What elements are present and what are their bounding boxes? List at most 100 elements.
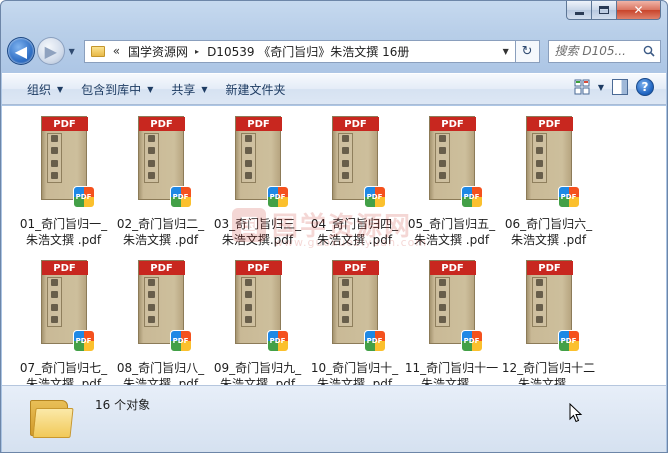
file-item[interactable]: PDF PDF 05_奇门旨归五_朱浩文撰 .pdf xyxy=(403,110,500,254)
pdf-thumbnail: PDF PDF xyxy=(39,116,95,208)
new-folder-button[interactable]: 新建文件夹 xyxy=(217,77,295,101)
hidden-crumbs-chevron[interactable]: « xyxy=(113,44,120,58)
minimize-button[interactable] xyxy=(566,1,592,20)
pdf-app-icon: PDF xyxy=(72,186,95,208)
book-title-glyphs xyxy=(438,135,448,179)
forward-button[interactable]: ▶ xyxy=(36,37,65,65)
pdf-band: PDF xyxy=(138,261,185,275)
book-title-glyphs xyxy=(535,135,545,179)
pdf-app-icon: PDF xyxy=(363,330,386,352)
pdf-band: PDF xyxy=(138,117,185,131)
file-item[interactable]: PDF PDF 11_奇门旨归十一_朱浩文撰 .... xyxy=(403,254,500,398)
pdf-band: PDF xyxy=(526,261,573,275)
pdf-thumbnail: PDF PDF xyxy=(136,260,192,352)
file-item[interactable]: PDF PDF 03_奇门旨归三_朱浩文撰.pdf xyxy=(209,110,306,254)
explorer-window: ✕ ◀ ▶ ▼ « 国学资源网 ▸ D10539 《奇门旨归》朱浩文撰 16册 … xyxy=(0,0,668,453)
file-list-area[interactable]: PDF PDF 01_奇门旨归一_朱浩文撰 .pdf PDF PDF 02_奇门旨归二_朱… xyxy=(2,106,666,391)
book-title-glyphs xyxy=(147,279,157,323)
pdf-band: PDF xyxy=(332,261,379,275)
book-title-glyphs xyxy=(244,279,254,323)
pdf-thumbnail: PDF PDF xyxy=(427,116,483,208)
file-name: 02_奇门旨归二_朱浩文撰 .pdf xyxy=(116,217,205,247)
file-item[interactable]: PDF PDF 08_奇门旨归八_朱浩文撰 .pdf xyxy=(112,254,209,398)
pdf-thumbnail: PDF PDF xyxy=(39,260,95,352)
organize-label: 组织 xyxy=(27,82,52,97)
back-button[interactable]: ◀ xyxy=(7,37,35,65)
search-box[interactable] xyxy=(547,39,661,63)
file-item[interactable]: PDF PDF 01_奇门旨归一_朱浩文撰 .pdf xyxy=(15,110,112,254)
new-folder-label: 新建文件夹 xyxy=(225,82,286,97)
folder-icon xyxy=(30,396,74,440)
item-count: 16 个对象 xyxy=(95,398,151,412)
pdf-band: PDF xyxy=(41,117,88,131)
pdf-band: PDF xyxy=(235,117,282,131)
file-item[interactable]: PDF PDF 06_奇门旨归六_朱浩文撰 .pdf xyxy=(500,110,597,254)
file-item[interactable]: PDF PDF 12_奇门旨归十二_朱浩文撰 .... xyxy=(500,254,597,398)
file-grid: PDF PDF 01_奇门旨归一_朱浩文撰 .pdf PDF PDF 02_奇门旨归二_朱… xyxy=(15,110,635,398)
pdf-band: PDF xyxy=(332,117,379,131)
file-item[interactable]: PDF PDF 02_奇门旨归二_朱浩文撰 .pdf xyxy=(112,110,209,254)
pdf-app-icon: PDF xyxy=(266,330,289,352)
file-name: 03_奇门旨归三_朱浩文撰.pdf xyxy=(213,217,302,247)
preview-pane-button[interactable] xyxy=(612,79,628,95)
pdf-app-icon: PDF xyxy=(266,186,289,208)
file-name: 04_奇门旨归四_朱浩文撰 .pdf xyxy=(310,217,399,247)
navigation-bar: ◀ ▶ ▼ « 国学资源网 ▸ D10539 《奇门旨归》朱浩文撰 16册 ▼ … xyxy=(7,35,661,67)
pdf-thumbnail: PDF PDF xyxy=(330,260,386,352)
pdf-thumbnail: PDF PDF xyxy=(524,260,580,352)
chevron-down-icon: ▼ xyxy=(201,84,208,94)
close-icon: ✕ xyxy=(633,3,644,17)
view-options-dropdown[interactable]: ▼ xyxy=(598,83,604,92)
pdf-thumbnail: PDF PDF xyxy=(136,116,192,208)
file-item[interactable]: PDF PDF 04_奇门旨归四_朱浩文撰 .pdf xyxy=(306,110,403,254)
refresh-button[interactable]: ↻ xyxy=(515,39,540,63)
pdf-app-icon: PDF xyxy=(169,330,192,352)
file-item[interactable]: PDF PDF 09_奇门旨归九_朱浩文撰 .pdf xyxy=(209,254,306,398)
back-arrow-icon: ◀ xyxy=(14,41,28,61)
breadcrumb-item[interactable]: 国学资源网 xyxy=(128,43,188,60)
breadcrumb-separator-icon[interactable]: ▸ xyxy=(195,47,199,56)
file-item[interactable]: PDF PDF 07_奇门旨归七_朱浩文撰 .pdf xyxy=(15,254,112,398)
address-dropdown-button[interactable]: ▼ xyxy=(497,41,515,62)
organize-menu[interactable]: 组织 ▼ xyxy=(18,77,72,101)
pdf-app-icon: PDF xyxy=(557,330,580,352)
breadcrumb-item-current[interactable]: D10539 《奇门旨归》朱浩文撰 16册 xyxy=(207,43,409,60)
refresh-icon: ↻ xyxy=(521,43,533,59)
file-name: 01_奇门旨归一_朱浩文撰 .pdf xyxy=(19,217,108,247)
search-input[interactable] xyxy=(554,44,645,58)
recent-pages-dropdown[interactable]: ▼ xyxy=(66,47,78,56)
pdf-app-icon: PDF xyxy=(169,186,192,208)
address-bar[interactable]: « 国学资源网 ▸ D10539 《奇门旨归》朱浩文撰 16册 ▼ xyxy=(83,39,516,63)
maximize-icon xyxy=(599,6,609,14)
book-title-glyphs xyxy=(244,135,254,179)
pdf-band: PDF xyxy=(429,117,476,131)
pdf-app-icon: PDF xyxy=(72,330,95,352)
pdf-band: PDF xyxy=(526,117,573,131)
pdf-band: PDF xyxy=(41,261,88,275)
book-title-glyphs xyxy=(341,279,351,323)
pdf-app-icon: PDF xyxy=(460,330,483,352)
book-title-glyphs xyxy=(50,279,60,323)
pdf-app-icon: PDF xyxy=(460,186,483,208)
details-pane: 16 个对象 xyxy=(2,385,666,452)
forward-arrow-icon: ▶ xyxy=(44,41,57,61)
chevron-down-icon: ▼ xyxy=(57,84,64,94)
share-menu[interactable]: 共享 ▼ xyxy=(162,77,216,101)
file-item[interactable]: PDF PDF 10_奇门旨归十_朱浩文撰 .pdf xyxy=(306,254,403,398)
pdf-band: PDF xyxy=(429,261,476,275)
command-bar: 组织 ▼ 包含到库中 ▼ 共享 ▼ 新建文件夹 ▼ ? xyxy=(2,73,666,105)
help-icon: ? xyxy=(641,80,649,94)
include-in-library-menu[interactable]: 包含到库中 ▼ xyxy=(72,77,162,101)
change-view-button[interactable] xyxy=(574,79,590,95)
pdf-thumbnail: PDF PDF xyxy=(330,116,386,208)
toolbar-right-group: ▼ ? xyxy=(574,78,654,96)
pdf-app-icon: PDF xyxy=(363,186,386,208)
close-button[interactable]: ✕ xyxy=(617,1,661,20)
minimize-icon xyxy=(574,11,584,15)
maximize-button[interactable] xyxy=(592,1,617,20)
pdf-app-icon: PDF xyxy=(557,186,580,208)
search-icon[interactable] xyxy=(643,45,655,57)
include-in-library-label: 包含到库中 xyxy=(81,82,142,97)
pdf-thumbnail: PDF PDF xyxy=(233,260,289,352)
help-button[interactable]: ? xyxy=(636,78,654,96)
